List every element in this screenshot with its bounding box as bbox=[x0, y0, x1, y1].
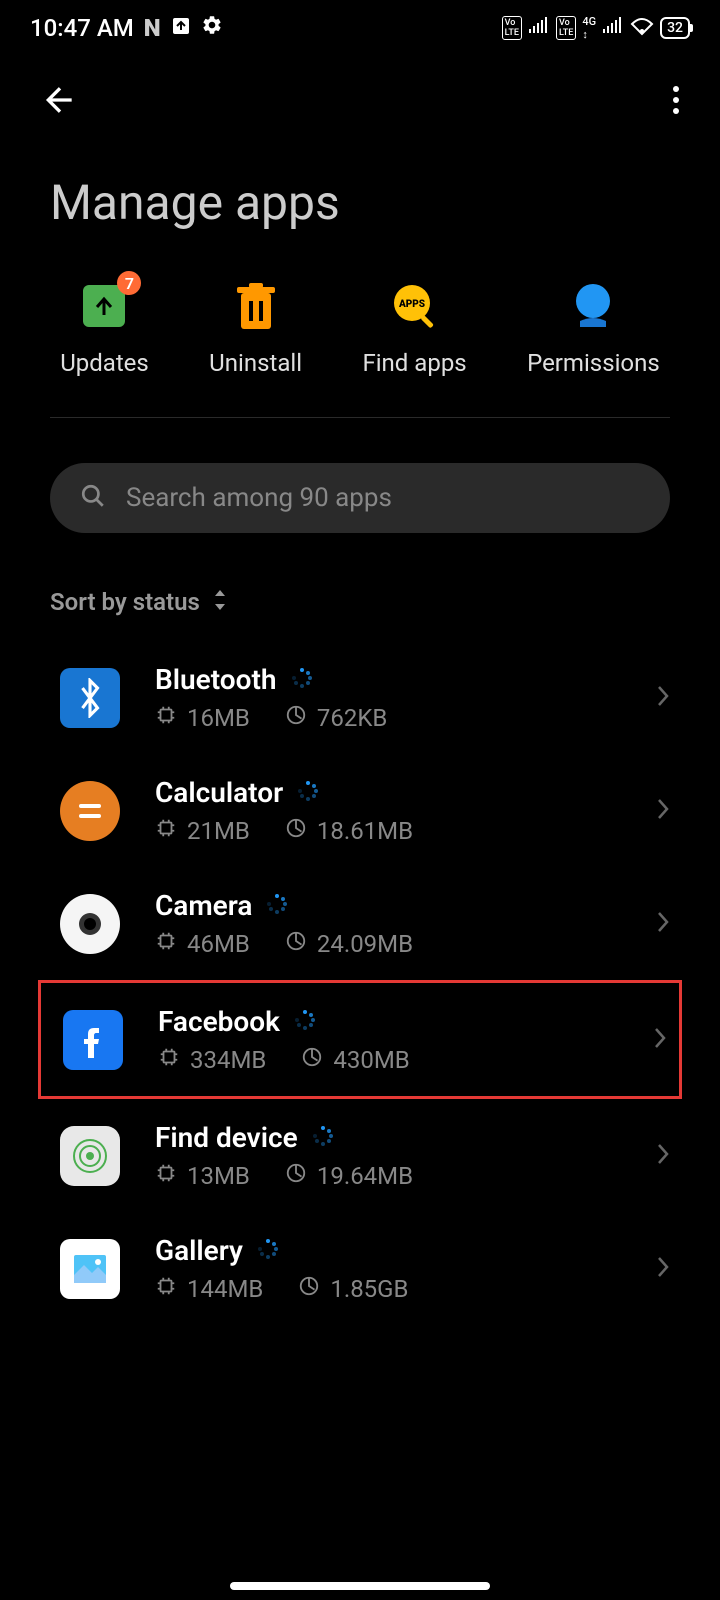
status-time: 10:47 AM bbox=[30, 14, 134, 42]
app-storage: 13MB bbox=[187, 1162, 250, 1190]
app-storage: 16MB bbox=[187, 704, 250, 732]
action-label: Updates bbox=[60, 349, 149, 377]
upload-icon bbox=[171, 14, 191, 42]
battery-icon: 32 bbox=[660, 17, 690, 39]
data-icon bbox=[285, 704, 307, 732]
action-row: 7 Updates Uninstall APPS Find apps Permi… bbox=[0, 281, 720, 417]
app-data: 18.61MB bbox=[317, 817, 413, 845]
app-name: Gallery bbox=[155, 1234, 243, 1267]
bluetooth-icon bbox=[60, 668, 120, 728]
app-item-gallery[interactable]: Gallery 144MB 1.85GB bbox=[0, 1212, 720, 1325]
action-label: Find apps bbox=[362, 349, 466, 377]
status-bar: 10:47 AM N VoLTE VoLTE 4G↕ 32 bbox=[0, 0, 720, 55]
app-name: Bluetooth bbox=[155, 663, 277, 696]
calculator-icon bbox=[60, 781, 120, 841]
app-name: Calculator bbox=[155, 776, 283, 809]
gear-icon bbox=[201, 14, 223, 42]
signal-icon-2 bbox=[602, 17, 624, 38]
loading-icon bbox=[291, 663, 313, 696]
search-icon bbox=[80, 483, 106, 513]
app-name: Facebook bbox=[158, 1005, 280, 1038]
app-storage: 46MB bbox=[187, 930, 250, 958]
loading-icon bbox=[257, 1234, 279, 1267]
data-icon bbox=[301, 1046, 323, 1074]
loading-icon bbox=[266, 889, 288, 922]
loading-icon bbox=[297, 776, 319, 809]
app-item-bluetooth[interactable]: Bluetooth 16MB 762KB bbox=[0, 641, 720, 754]
header bbox=[0, 55, 720, 149]
chip-icon bbox=[155, 930, 177, 958]
app-storage: 144MB bbox=[187, 1275, 263, 1303]
facebook-icon bbox=[63, 1010, 123, 1070]
sort-label: Sort by status bbox=[50, 588, 200, 616]
app-item-camera[interactable]: Camera 46MB 24.09MB bbox=[0, 867, 720, 980]
back-button[interactable] bbox=[40, 80, 80, 124]
updates-badge: 7 bbox=[117, 271, 141, 295]
divider bbox=[50, 417, 670, 418]
chevron-right-icon bbox=[656, 684, 670, 712]
permissions-icon bbox=[568, 281, 618, 331]
app-data: 430MB bbox=[333, 1046, 409, 1074]
app-item-facebook[interactable]: Facebook 334MB 430MB bbox=[38, 980, 682, 1099]
chip-icon bbox=[155, 1162, 177, 1190]
chip-icon bbox=[158, 1046, 180, 1074]
gallery-icon bbox=[60, 1239, 120, 1299]
app-data: 19.64MB bbox=[317, 1162, 413, 1190]
chevron-right-icon bbox=[653, 1026, 667, 1054]
volte-icon: VoLTE bbox=[502, 16, 522, 40]
data-icon bbox=[298, 1275, 320, 1303]
app-name: Find device bbox=[155, 1121, 298, 1154]
sort-arrows-icon bbox=[212, 588, 228, 616]
wifi-icon bbox=[630, 16, 654, 39]
volte-icon-2: VoLTE bbox=[556, 16, 576, 40]
sort-button[interactable]: Sort by status bbox=[0, 563, 720, 641]
data-icon bbox=[285, 930, 307, 958]
netflix-icon: N bbox=[144, 14, 161, 42]
action-find-apps[interactable]: APPS Find apps bbox=[362, 281, 466, 377]
home-indicator[interactable] bbox=[230, 1582, 490, 1590]
app-name: Camera bbox=[155, 889, 252, 922]
action-label: Uninstall bbox=[209, 349, 302, 377]
action-label: Permissions bbox=[527, 349, 660, 377]
data-icon bbox=[285, 817, 307, 845]
signal-icon bbox=[528, 17, 550, 38]
chip-icon bbox=[155, 704, 177, 732]
chevron-right-icon bbox=[656, 797, 670, 825]
data-icon bbox=[285, 1162, 307, 1190]
page-title: Manage apps bbox=[0, 149, 720, 281]
network-4g-icon: 4G↕ bbox=[582, 15, 596, 41]
updates-icon: 7 bbox=[79, 281, 129, 331]
action-uninstall[interactable]: Uninstall bbox=[209, 281, 302, 377]
svg-text:APPS: APPS bbox=[398, 299, 425, 310]
action-updates[interactable]: 7 Updates bbox=[60, 281, 149, 377]
chevron-right-icon bbox=[656, 910, 670, 938]
find-device-icon bbox=[60, 1126, 120, 1186]
app-data: 1.85GB bbox=[330, 1275, 408, 1303]
loading-icon bbox=[294, 1005, 316, 1038]
chip-icon bbox=[155, 817, 177, 845]
action-permissions[interactable]: Permissions bbox=[527, 281, 660, 377]
loading-icon bbox=[312, 1121, 334, 1154]
app-item-calculator[interactable]: Calculator 21MB 18.61MB bbox=[0, 754, 720, 867]
app-storage: 21MB bbox=[187, 817, 250, 845]
more-options-button[interactable] bbox=[672, 85, 680, 119]
chevron-right-icon bbox=[656, 1255, 670, 1283]
search-bar[interactable] bbox=[50, 463, 670, 533]
app-storage: 334MB bbox=[190, 1046, 266, 1074]
trash-icon bbox=[231, 281, 281, 331]
app-data: 24.09MB bbox=[317, 930, 413, 958]
find-apps-icon: APPS bbox=[390, 281, 440, 331]
camera-icon bbox=[60, 894, 120, 954]
app-list: Bluetooth 16MB 762KB bbox=[0, 641, 720, 1325]
search-input[interactable] bbox=[126, 483, 640, 513]
app-item-find-device[interactable]: Find device 13MB 19.64MB bbox=[0, 1099, 720, 1212]
app-data: 762KB bbox=[317, 704, 387, 732]
chip-icon bbox=[155, 1275, 177, 1303]
chevron-right-icon bbox=[656, 1142, 670, 1170]
